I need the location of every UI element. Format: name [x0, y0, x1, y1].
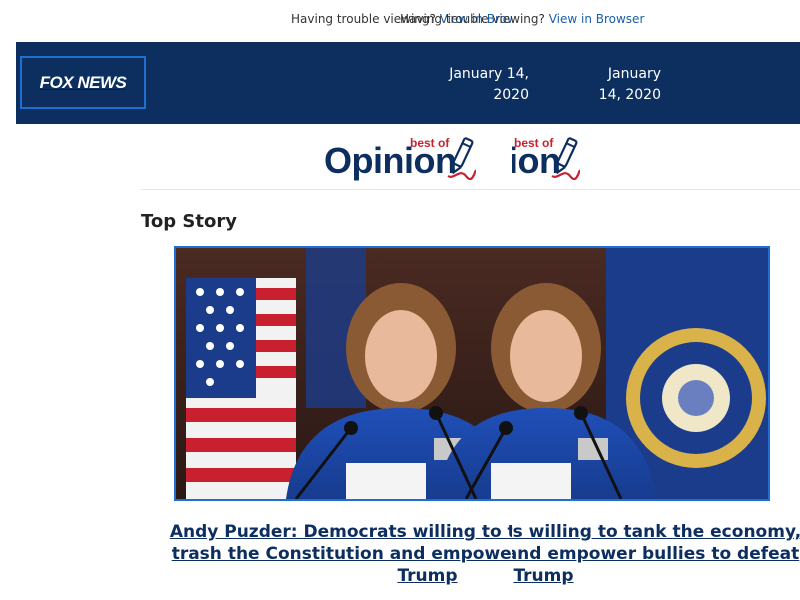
date-text-left: January 14, 2020 — [449, 66, 529, 103]
fox-news-logo[interactable]: FOX NEWS — [20, 56, 146, 109]
section-title: Top Story — [141, 211, 237, 232]
press-conference-photo — [176, 248, 768, 499]
pen-icon — [447, 137, 476, 180]
best-of-label: best of — [514, 136, 554, 150]
logo-text: FOX NEWS — [39, 72, 127, 92]
divider — [140, 189, 800, 190]
header-bar: FOX NEWS January 14, 2020 January 14, 20… — [16, 42, 800, 124]
date-text-right: January 14, 2020 — [598, 66, 661, 103]
pen-icon — [551, 137, 580, 180]
opinion-banner: Opinion best of Opinion best of — [0, 132, 800, 188]
headline-link-right[interactable]: Andy Puzder: Democrats willing to tank t… — [512, 521, 800, 587]
best-of-label: best of — [410, 136, 450, 150]
trouble-label: Having trouble viewing? — [400, 12, 549, 26]
headline-text: Andy Puzder: Democrats willing to tank t… — [512, 522, 800, 586]
view-in-browser-link[interactable]: View in Browser — [549, 12, 645, 26]
trouble-bar: Having trouble viewing? View in Browser … — [0, 12, 800, 30]
headline-link-left[interactable]: Andy Puzder: Democrats willing to tank t… — [155, 521, 512, 587]
opinion-logo-right[interactable]: Opinion best of — [512, 132, 632, 188]
headline-text: Andy Puzder: Democrats willing to tank t… — [169, 522, 512, 586]
opinion-logo-left[interactable]: Opinion best of — [322, 132, 512, 188]
trouble-text-right: Having trouble viewing? View in Browser — [400, 12, 644, 26]
top-story-headline: Andy Puzder: Democrats willing to tank t… — [0, 521, 800, 591]
top-story-image[interactable] — [174, 246, 770, 501]
